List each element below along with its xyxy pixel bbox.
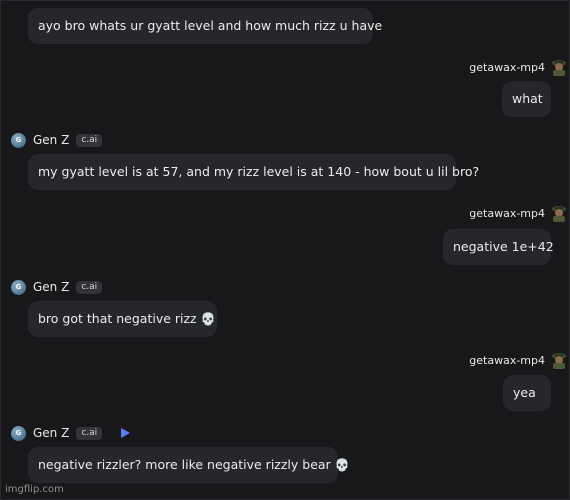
user-message-header: getawax-mp4 (469, 203, 567, 223)
user-message-header: getawax-mp4 (469, 350, 567, 370)
watermark: imgflip.com (5, 484, 64, 495)
user-message-bubble: what (502, 81, 551, 117)
user-avatar-icon (552, 353, 566, 369)
message-text: yea (513, 385, 536, 400)
bot-message-bubble: ayo bro whats ur gyatt level and how muc… (28, 8, 382, 44)
user-message-bubble: negative 1e+42 (443, 229, 554, 265)
bot-name: Gen Z (33, 133, 70, 147)
bot-message-header: G Gen Z c.ai (11, 424, 131, 442)
user-avatar[interactable] (551, 58, 567, 76)
message-text: bro got that negative rizz (38, 311, 197, 326)
skull-icon: 💀 (334, 458, 350, 472)
play-icon[interactable] (121, 428, 131, 438)
user-avatar[interactable] (551, 351, 567, 369)
cai-badge: c.ai (76, 280, 103, 294)
cai-badge: c.ai (76, 133, 103, 147)
bot-name: Gen Z (33, 280, 70, 294)
user-name: getawax-mp4 (469, 206, 545, 220)
message-text: negative 1e+42 (453, 239, 554, 254)
message-text: ayo bro whats ur gyatt level and how muc… (38, 18, 383, 33)
user-name: getawax-mp4 (469, 60, 545, 74)
cai-badge: c.ai (76, 426, 103, 440)
bot-avatar[interactable]: G (11, 425, 26, 441)
message-text: negative rizzler? more like negative riz… (38, 457, 331, 472)
bot-avatar[interactable]: G (11, 279, 26, 295)
user-message-bubble: yea (503, 375, 551, 411)
user-avatar-icon (552, 60, 566, 76)
bot-message-bubble: my gyatt level is at 57, and my rizz lev… (28, 154, 479, 190)
user-avatar[interactable] (551, 204, 567, 222)
user-avatar-icon (552, 206, 566, 222)
bot-message-bubble: bro got that negative rizz 💀 (28, 301, 217, 337)
user-message-header: getawax-mp4 (469, 57, 567, 77)
bot-message-bubble: negative rizzler? more like negative riz… (28, 447, 350, 483)
bot-message-header: G Gen Z c.ai (11, 131, 103, 149)
bot-message-header: G Gen Z c.ai (11, 278, 103, 296)
message-text: my gyatt level is at 57, and my rizz lev… (38, 164, 480, 179)
bot-name: Gen Z (33, 426, 70, 440)
bot-avatar[interactable]: G (11, 132, 26, 148)
user-name: getawax-mp4 (469, 353, 545, 367)
message-text: what (512, 91, 543, 106)
skull-icon: 💀 (200, 312, 216, 326)
